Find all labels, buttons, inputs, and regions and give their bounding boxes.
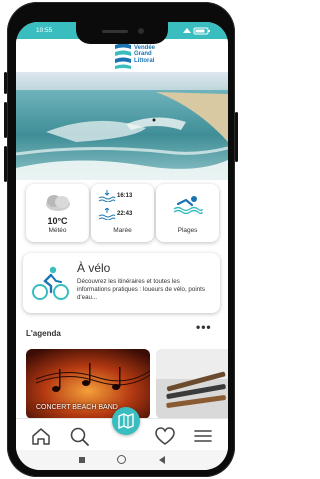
velo-title: À vélo [77,261,111,275]
swimmer-icon [173,196,203,214]
velo-card[interactable]: À vélo Découvrez les itinéraires et tout… [23,253,220,313]
tide-low-time: 22:43 [117,211,133,217]
meteo-label: Météo [48,227,67,234]
agenda-card-2[interactable] [156,349,228,419]
tide-high-time: 16:13 [117,193,133,199]
velo-description: Découvrez les itinéraires et toutes les … [77,278,205,301]
menu-icon[interactable] [192,425,214,447]
agenda-title: L'agenda [26,329,61,338]
app-screen: 10:55 Vendée Grand Littoral 10°C Météo 1… [16,22,228,470]
notch [76,22,168,44]
map-button[interactable] [112,407,140,435]
volume-down-button [4,146,7,182]
volume-up-button [4,102,7,138]
back-icon[interactable] [158,455,166,465]
home-icon[interactable] [30,425,52,447]
mute-switch [4,72,7,94]
power-button [235,112,238,162]
meteo-temp: 10°C [47,216,68,226]
heart-icon[interactable] [154,425,176,447]
status-time: 10:55 [36,27,53,34]
low-tide-icon [98,208,116,220]
home-system-icon[interactable] [117,455,126,464]
tile-plages[interactable]: Plages [156,184,219,242]
system-nav-bar [16,450,228,470]
tools-image [156,349,228,419]
battery-icon [183,27,210,35]
brand-name: Vendée Grand Littoral [134,45,156,64]
plages-label: Plages [177,227,198,234]
agenda-card-label: CONCERT BEACH BAND [36,404,118,411]
status-icons [182,26,212,37]
tile-maree[interactable]: 16:13 22:43 Marée [91,184,154,242]
recents-icon[interactable] [79,457,85,463]
agenda-more-button[interactable]: ••• [196,320,212,334]
cloud-icon [46,195,70,211]
high-tide-icon [98,190,116,202]
tile-meteo[interactable]: 10°C Météo [26,184,89,242]
quick-tiles: 10°C Météo 16:13 22:43 Marée Plages [16,184,228,244]
hero-image [16,72,228,180]
map-icon [118,413,134,429]
search-icon[interactable] [68,425,90,447]
maree-label: Marée [113,227,132,234]
cyclist-icon [32,266,69,300]
